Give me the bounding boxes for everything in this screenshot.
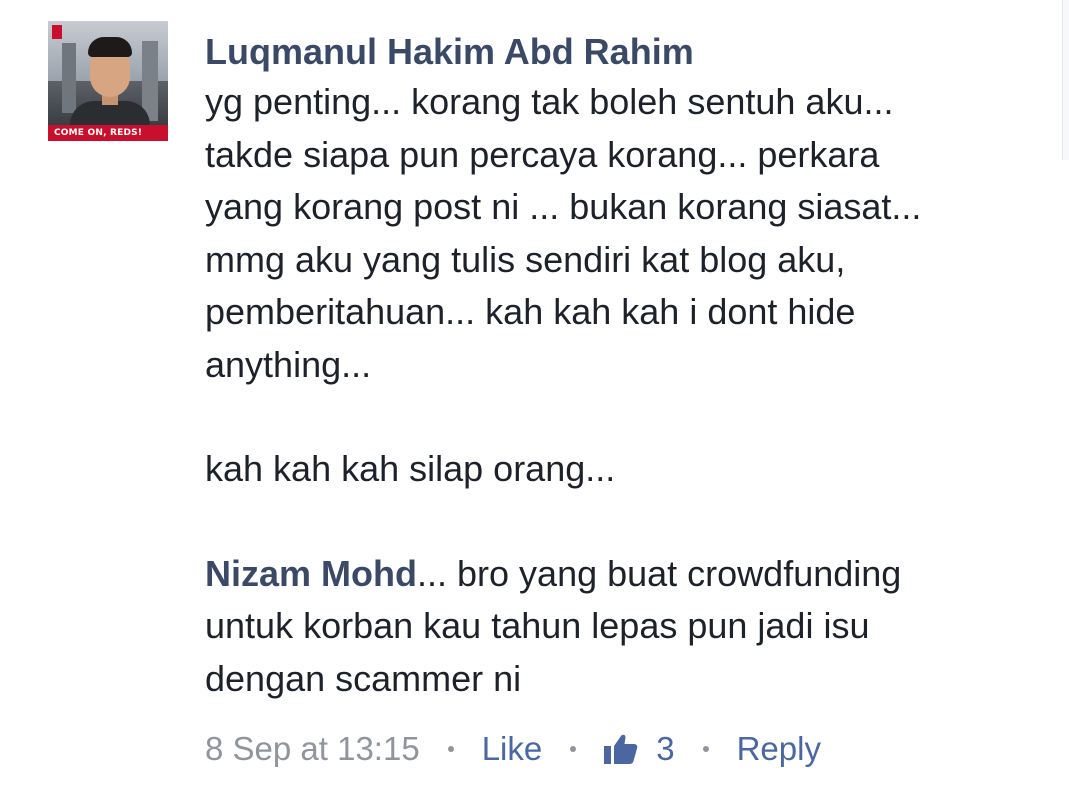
like-count[interactable]: 3 (604, 730, 675, 768)
avatar-pillar (62, 43, 76, 113)
comment-author[interactable]: Luqmanul Hakim Abd Rahim (205, 28, 1045, 76)
comment-line: pemberitahuan... kah kah kah i dont hide (205, 291, 856, 332)
comment-line: mmg aku yang tulis sendiri kat blog aku, (205, 238, 846, 280)
comment-line: takde siapa pun percaya korang... perkar… (205, 133, 880, 175)
comment-body: yg penting... korang tak boleh sentuh ak… (205, 76, 1045, 705)
club-crest-icon (52, 25, 62, 39)
comment-line: ... bro yang buat crowdfunding (417, 552, 902, 594)
comment-line: anything... (205, 343, 372, 385)
comment-content: Luqmanul Hakim Abd Rahim yg penting... k… (205, 28, 1045, 705)
separator-dot (570, 746, 577, 752)
like-count-value: 3 (656, 730, 675, 767)
comment-paragraph-1: yg penting... korang tak boleh sentuh ak… (205, 76, 1045, 391)
comment-line: dengan scammer ni (205, 657, 522, 699)
separator-dot (447, 746, 454, 752)
scrollbar[interactable] (1062, 0, 1069, 160)
reply-button[interactable]: Reply (737, 730, 821, 768)
comment-line: kah kah kah silap orang... (205, 448, 616, 489)
comment: COME ON, REDS! Luqmanul Hakim Abd Rahim … (0, 0, 1069, 787)
comment-paragraph-3: Nizam Mohd... bro yang buat crowdfunding… (205, 548, 1045, 706)
comment-line: yg penting... korang tak boleh sentuh ak… (205, 81, 894, 122)
comment-line: yang korang post ni ... bukan korang sia… (205, 186, 922, 227)
separator-dot (702, 746, 709, 752)
like-button[interactable]: Like (482, 730, 543, 768)
avatar-hair (88, 37, 132, 57)
comment-paragraph-2: kah kah kah silap orang... (205, 443, 1045, 496)
comment-meta: 8 Sep at 13:15 Like 3 Reply (205, 726, 821, 772)
thumbs-up-icon (604, 734, 638, 764)
timestamp[interactable]: 8 Sep at 13:15 (205, 730, 420, 768)
avatar[interactable]: COME ON, REDS! (48, 21, 168, 141)
mention-link[interactable]: Nizam Mohd (205, 553, 417, 594)
avatar-banner: COME ON, REDS! (48, 125, 168, 141)
comment-line: untuk korban kau tahun lepas pun jadi is… (205, 605, 870, 646)
